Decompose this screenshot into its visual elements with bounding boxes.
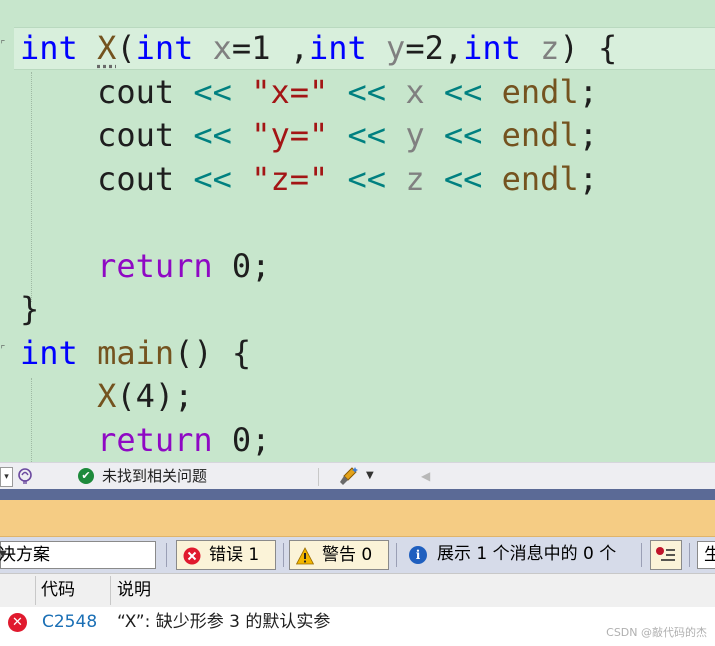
code-line[interactable]: return 0; [20,244,270,288]
collapse-toggle-icon[interactable]: ⌜ [0,40,8,50]
warnings-count-label: 警告 0 [322,545,373,565]
window-splitter[interactable] [0,489,715,500]
chevron-down-icon[interactable]: ▼ [366,470,374,481]
error-code[interactable]: C2548 [42,607,97,638]
code-line[interactable]: int main() { [20,331,251,375]
filter-list-icon [656,547,675,561]
error-list-toolbar: 决方案 ▼ 错误 1 警告 0 i 展示 1 个消息中的 0 个 生 [0,537,715,573]
divider [318,468,319,486]
filter-options-button[interactable] [650,540,682,570]
code-line[interactable]: return 0; [20,418,270,462]
intellicode-icon[interactable] [16,467,34,485]
no-issues-text: 未找到相关问题 [102,467,208,485]
errors-count-label: 错误 1 [209,545,260,565]
error-list-header: 代码 说明 [0,573,715,608]
column-header-code[interactable]: 代码 [41,574,75,607]
divider [396,543,397,567]
code-line[interactable]: } [20,287,39,331]
search-text: 生 [704,545,715,565]
divider [641,543,642,567]
scroll-left-icon[interactable]: ◀ [421,469,430,483]
tool-window-title-bar [0,500,715,537]
divider [689,543,690,567]
code-cleanup-brush-icon[interactable] [338,466,360,486]
info-icon: i [409,546,427,564]
chevron-down-icon: ▼ [0,549,7,560]
editor-status-bar: ▾ ✔ 未找到相关问题 ▼ ◀ [0,462,715,490]
errors-filter-button[interactable]: 错误 1 [176,540,276,570]
warnings-filter-button[interactable]: 警告 0 [289,540,389,570]
error-icon [183,546,201,565]
watermark: CSDN @敲代码的杰 [606,626,707,639]
code-line[interactable]: cout << "y=" << y << endl; [20,113,598,157]
column-divider[interactable] [110,576,111,605]
code-line[interactable]: cout << "z=" << z << endl; [20,157,598,201]
column-header-description[interactable]: 说明 [117,574,151,607]
collapse-toggle-icon[interactable]: ⌜ [0,345,8,355]
code-line[interactable]: X(4); [20,374,193,418]
error-description: “X”: 缺少形参 3 的默认实参 [117,612,331,632]
messages-count-label: 展示 1 个消息中的 0 个 [437,544,617,564]
error-icon: ✕ [8,613,27,632]
code-line[interactable]: cout << "x=" << x << endl; [20,70,598,114]
scope-select[interactable]: 决方案 ▼ [0,541,156,569]
code-line[interactable]: int X(int x=1 ,int y=2,int z) { [20,26,617,70]
zoom-dropdown-icon[interactable]: ▾ [0,467,13,487]
no-issues-check-icon: ✔ [78,468,94,484]
column-divider[interactable] [35,576,36,605]
search-input[interactable]: 生 [697,541,715,569]
divider [166,543,167,567]
divider [283,543,284,567]
code-editor[interactable]: ⌜ ⌜ int X(int x=1 ,int y=2,int z) { cout… [0,0,715,462]
warning-icon [295,546,315,565]
